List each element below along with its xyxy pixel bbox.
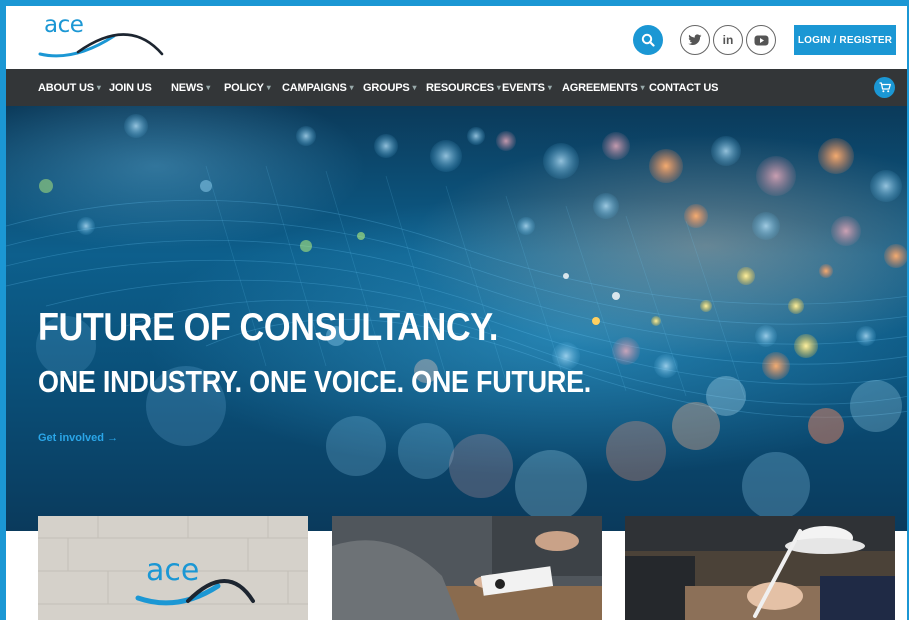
logo-text: ace — [44, 12, 84, 38]
nav-label: CAMPAIGNS — [282, 81, 347, 94]
feature-card-writing[interactable] — [625, 516, 895, 620]
cart-icon — [879, 82, 891, 93]
nav-item-policy[interactable]: POLICY ▾ — [224, 69, 271, 106]
feature-card-ace-sign[interactable]: ace — [38, 516, 308, 620]
feature-cards: ace — [6, 516, 907, 620]
hero-banner: FUTURE OF CONSULTANCY. ONE INDUSTRY. ONE… — [6, 106, 907, 531]
nav-item-join-us[interactable]: JOIN US — [109, 69, 152, 106]
nav-label: EVENTS — [502, 81, 545, 94]
ace-sign-photo: ace — [38, 516, 308, 620]
chevron-down-icon: ▾ — [640, 83, 645, 92]
arrow-right-icon: → — [107, 432, 119, 444]
chevron-down-icon: ▾ — [349, 83, 354, 92]
chevron-down-icon: ▾ — [206, 83, 211, 92]
feature-card-meeting[interactable] — [332, 516, 602, 620]
nav-item-agreements[interactable]: AGREEMENTS ▾ — [562, 69, 645, 106]
site-logo[interactable]: ace — [34, 12, 174, 64]
search-icon — [641, 33, 655, 47]
hero-subtitle: ONE INDUSTRY. ONE VOICE. ONE FUTURE. — [38, 364, 592, 399]
nav-item-groups[interactable]: GROUPS ▾ — [363, 69, 417, 106]
get-involved-link[interactable]: Get involved → — [38, 432, 118, 444]
twitter-button[interactable] — [680, 25, 710, 55]
meeting-photo — [332, 516, 602, 620]
nav-label: AGREEMENTS — [562, 81, 638, 94]
cart-button[interactable] — [874, 77, 895, 98]
chevron-down-icon: ▾ — [496, 83, 501, 92]
chevron-down-icon: ▾ — [96, 83, 101, 92]
youtube-button[interactable] — [746, 25, 776, 55]
nav-item-contact-us[interactable]: CONTACT US — [649, 69, 718, 106]
nav-item-about-us[interactable]: ABOUT US ▾ — [38, 69, 101, 106]
nav-item-resources[interactable]: RESOURCES ▾ — [426, 69, 501, 106]
site-header: ace in LOGIN / REGISTER — [6, 6, 907, 69]
nav-item-events[interactable]: EVENTS ▾ — [502, 69, 552, 106]
nav-label: RESOURCES — [426, 81, 494, 94]
nav-label: NEWS — [171, 81, 204, 94]
linkedin-icon: in — [722, 33, 734, 47]
nav-label: JOIN US — [109, 81, 152, 94]
card-logo-text: ace — [146, 553, 199, 588]
chevron-down-icon: ▾ — [266, 83, 271, 92]
login-register-button[interactable]: LOGIN / REGISTER — [794, 25, 896, 55]
chevron-down-icon: ▾ — [547, 83, 552, 92]
get-involved-label: Get involved — [38, 432, 105, 444]
nav-item-campaigns[interactable]: CAMPAIGNS ▾ — [282, 69, 354, 106]
nav-label: CONTACT US — [649, 81, 719, 94]
nav-label: GROUPS — [363, 81, 410, 94]
nav-label: POLICY — [224, 81, 264, 94]
search-button[interactable] — [633, 25, 663, 55]
nav-label: ABOUT US — [38, 81, 94, 94]
writing-photo — [625, 516, 895, 620]
nav-item-news[interactable]: NEWS ▾ — [171, 69, 210, 106]
main-nav: ABOUT US ▾ JOIN US NEWS ▾ POLICY ▾ CAMPAIGN… — [6, 69, 907, 106]
twitter-icon — [688, 34, 702, 45]
hero-title: FUTURE OF CONSULTANCY. — [38, 306, 498, 349]
browser-frame: ace in LOGIN / REGISTER ABOUT US ▾ JOIN … — [0, 0, 909, 620]
chevron-down-icon: ▾ — [412, 83, 417, 92]
linkedin-button[interactable]: in — [713, 25, 743, 55]
youtube-icon — [754, 35, 768, 45]
